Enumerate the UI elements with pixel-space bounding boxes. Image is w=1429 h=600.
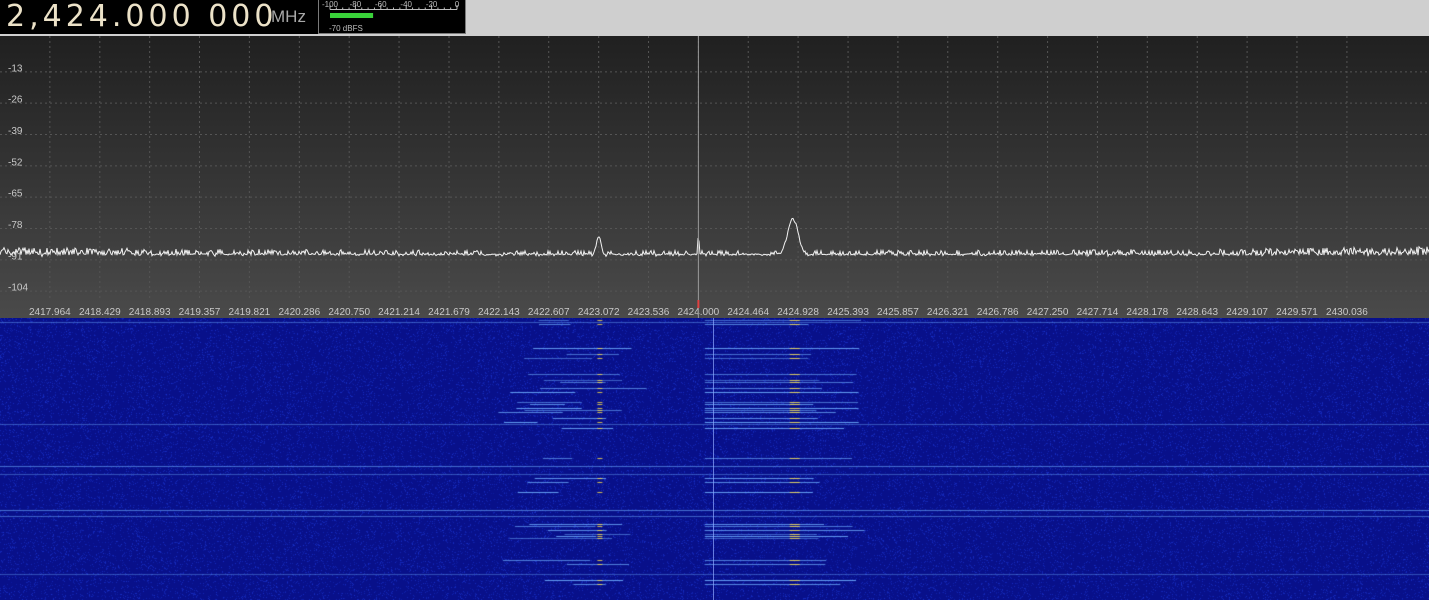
- spectrum-x-label: 2426.321: [927, 307, 969, 318]
- spectrum-x-label: 2422.607: [528, 307, 570, 318]
- spectrum-x-label: 2427.250: [1027, 307, 1069, 318]
- frequency-display[interactable]: 2,424.000 000 MHz: [0, 0, 318, 34]
- spectrum-x-label: 2419.357: [179, 307, 221, 318]
- spectrum-x-label: 2419.821: [229, 307, 271, 318]
- spectrum-x-label: 2425.857: [877, 307, 919, 318]
- top-toolbar: 2,424.000 000 MHz -100 -80 -60 -40 -20 0 -70 …: [0, 0, 1429, 36]
- spectrum-x-label: 2428.643: [1176, 307, 1218, 318]
- spectrum-x-label: 2421.214: [378, 307, 420, 318]
- spectrum-x-label: 2424.464: [727, 307, 769, 318]
- spectrum-x-label: 2420.286: [278, 307, 320, 318]
- spectrum-x-label: 2427.714: [1077, 307, 1119, 318]
- spectrum-x-label: 2417.964: [29, 307, 71, 318]
- signal-meter: -100 -80 -60 -40 -20 0 -70 dBFS: [318, 0, 466, 34]
- frequency-unit: MHz: [271, 7, 306, 26]
- spectrum-x-label: 2429.107: [1226, 307, 1268, 318]
- spectrum-y-label: -65: [8, 189, 23, 200]
- spectrum-y-label: -26: [8, 95, 23, 106]
- spectrum-x-label: 2428.178: [1126, 307, 1168, 318]
- spectrum-x-label: 2429.571: [1276, 307, 1318, 318]
- spectrum-x-label: 2424.928: [777, 307, 819, 318]
- spectrum-x-label: 2418.429: [79, 307, 121, 318]
- spectrum-x-label: 2430.036: [1326, 307, 1368, 318]
- spectrum-y-label: -52: [8, 157, 23, 168]
- spectrum-y-label: -78: [8, 220, 23, 231]
- spectrum-x-label: 2418.893: [129, 307, 171, 318]
- spectrum-x-label: 2426.786: [977, 307, 1019, 318]
- spectrum-trace: [0, 217, 1429, 258]
- spectrum-plot[interactable]: -13 -26 -39 -52 -65 -78 -91 -104 2417.964 2418.42…: [0, 36, 1429, 318]
- signal-meter-readout: -70 dBFS: [329, 24, 363, 33]
- spectrum-x-label: 2423.536: [628, 307, 670, 318]
- spectrum-chart[interactable]: -13-26-39-52-65-78-91-1042417.964 2418.42…: [0, 36, 1429, 318]
- spectrum-x-label: 2422.143: [478, 307, 520, 318]
- spectrum-x-label: 2425.393: [827, 307, 869, 318]
- frequency-value[interactable]: 2,424.000 000: [6, 0, 277, 35]
- waterfall-display[interactable]: [0, 318, 1429, 600]
- meter-level-bar: [330, 13, 374, 18]
- spectrum-y-label: -39: [8, 126, 23, 137]
- waterfall-center-marker: [713, 318, 714, 600]
- spectrum-x-label: 2423.072: [578, 307, 620, 318]
- spectrum-y-label: -104: [8, 283, 28, 294]
- spectrum-y-label: -13: [8, 63, 23, 74]
- spectrum-x-label: 2420.750: [328, 307, 370, 318]
- waterfall-canvas[interactable]: [0, 318, 1429, 600]
- spectrum-x-label: 2421.679: [428, 307, 470, 318]
